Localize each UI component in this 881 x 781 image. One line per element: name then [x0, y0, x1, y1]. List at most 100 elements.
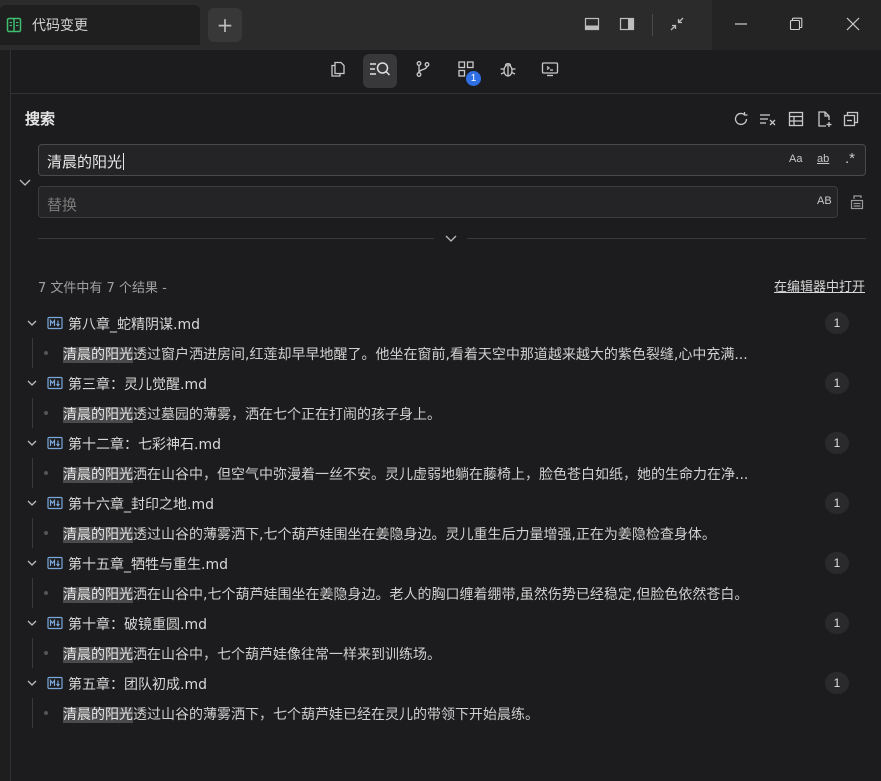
match-highlight: 清晨的阳光 — [63, 587, 133, 603]
result-count-badge: 1 — [825, 552, 849, 574]
tree-guide — [32, 518, 33, 548]
preserve-case-toggle[interactable]: AB — [817, 195, 832, 207]
search-input[interactable]: 清晨的阳光 Aa ab .* — [38, 144, 866, 176]
restore-icon[interactable] — [786, 14, 806, 34]
result-count-badge: 1 — [825, 312, 849, 334]
markdown-file-icon — [47, 436, 63, 450]
remote-button[interactable] — [533, 54, 567, 88]
new-tab-button[interactable]: + — [208, 8, 242, 42]
tab-title: 代码变更 — [32, 18, 88, 34]
result-match[interactable]: 清晨的阳光透过山谷的薄雾洒下,七个葫芦娃围坐在姜隐身边。灵儿重生后力量增强,正在… — [11, 518, 881, 548]
chevron-down-icon[interactable] — [25, 676, 39, 690]
remote-icon — [541, 60, 559, 82]
minimize-icon[interactable] — [731, 14, 751, 34]
replace-all-icon[interactable] — [849, 194, 865, 210]
explorer-button[interactable] — [321, 54, 355, 88]
replace-input[interactable]: 替换 AB — [38, 186, 838, 218]
result-file-name: 第十六章_封印之地.md — [68, 497, 214, 513]
collapse-all-icon[interactable] — [842, 110, 860, 128]
regex-toggle[interactable]: .* — [845, 150, 855, 167]
markdown-file-icon — [47, 556, 63, 570]
toggle-replace-icon[interactable] — [17, 174, 33, 190]
result-file[interactable]: 第十五章_牺牲与重生.md 1 — [11, 548, 881, 578]
result-match[interactable]: 清晨的阳光透过窗户洒进房间,红莲却早早地醒了。他坐在窗前,看着天空中那道越来越大… — [11, 338, 881, 368]
match-bullet — [44, 531, 48, 535]
results-summary: 7 文件中有 7 个结果 - — [38, 281, 167, 296]
result-file-name: 第十章：破镜重圆.md — [68, 617, 207, 633]
match-case-toggle[interactable]: Aa — [789, 153, 802, 165]
search-view-button[interactable] — [363, 54, 397, 88]
match-highlight: 清晨的阳光 — [63, 407, 133, 423]
new-search-editor-icon[interactable] — [815, 110, 833, 128]
result-file-name: 第八章_蛇精阴谋.md — [68, 317, 200, 333]
chevron-down-icon[interactable] — [25, 376, 39, 390]
open-in-editor-link[interactable]: 在编辑器中打开 — [774, 276, 865, 295]
title-bar: 代码变更 + — [0, 0, 881, 50]
chevron-down-icon[interactable] — [25, 496, 39, 510]
replace-placeholder: 替换 — [47, 196, 78, 214]
match-highlight: 清晨的阳光 — [63, 707, 133, 723]
tree-guide — [32, 578, 33, 608]
chevron-down-icon[interactable] — [25, 556, 39, 570]
match-text: 清晨的阳光透过墓园的薄雾，洒在七个正在打闹的孩子身上。 — [63, 407, 441, 423]
match-bullet — [44, 711, 48, 715]
match-bullet — [44, 471, 48, 475]
result-file[interactable]: 第五章：团队初成.md 1 — [11, 668, 881, 698]
view-as-tree-icon[interactable] — [787, 110, 805, 128]
collapse-window-icon[interactable] — [667, 14, 687, 34]
result-match[interactable]: 清晨的阳光透过墓园的薄雾，洒在七个正在打闹的孩子身上。 — [11, 398, 881, 428]
toggle-details-icon[interactable] — [443, 231, 459, 245]
title-separator — [652, 14, 653, 36]
search-icon — [369, 60, 391, 82]
result-match[interactable]: 清晨的阳光透过山谷的薄雾洒下，七个葫芦娃已经在灵儿的带领下开始晨练。 — [11, 698, 881, 728]
results-tree: 第八章_蛇精阴谋.md 1 清晨的阳光透过窗户洒进房间,红莲却早早地醒了。他坐在… — [11, 308, 881, 728]
details-divider-right — [467, 238, 866, 239]
side-panel: 1 搜索 清晨的阳光 Aa ab .* 替换 AB 7 文件中有 7 个结果 -… — [10, 50, 881, 781]
tree-guide — [32, 458, 33, 488]
match-text: 清晨的阳光洒在山谷中，但空气中弥漫着一丝不安。灵儿虚弱地躺在藤椅上，脸色苍白如纸… — [63, 467, 749, 483]
toggle-panel-icon[interactable] — [582, 14, 602, 34]
result-match[interactable]: 清晨的阳光洒在山谷中，但空气中弥漫着一丝不安。灵儿虚弱地躺在藤椅上，脸色苍白如纸… — [11, 458, 881, 488]
tree-guide — [32, 338, 33, 368]
extensions-badge: 1 — [466, 71, 481, 86]
result-file-name: 第十二章：七彩神石.md — [68, 437, 221, 453]
chevron-down-icon[interactable] — [25, 436, 39, 450]
source-control-button[interactable] — [406, 54, 440, 88]
markdown-file-icon — [47, 316, 63, 330]
result-count-badge: 1 — [825, 492, 849, 514]
match-highlight: 清晨的阳光 — [63, 527, 133, 543]
refresh-icon[interactable] — [732, 110, 750, 128]
match-text: 清晨的阳光洒在山谷中,七个葫芦娃围坐在姜隐身边。老人的胸口缠着绷带,虽然伤势已经… — [63, 587, 749, 603]
chevron-down-icon[interactable] — [25, 316, 39, 330]
match-highlight: 清晨的阳光 — [63, 467, 133, 483]
chevron-down-icon[interactable] — [25, 616, 39, 630]
editor-tab[interactable]: 代码变更 — [0, 5, 200, 45]
result-file[interactable]: 第十章：破镜重圆.md 1 — [11, 608, 881, 638]
result-count-badge: 1 — [825, 432, 849, 454]
result-file[interactable]: 第三章：灵儿觉醒.md 1 — [11, 368, 881, 398]
result-match[interactable]: 清晨的阳光洒在山谷中,七个葫芦娃围坐在姜隐身边。老人的胸口缠着绷带,虽然伤势已经… — [11, 578, 881, 608]
result-file[interactable]: 第十六章_封印之地.md 1 — [11, 488, 881, 518]
toggle-sidebar-icon[interactable] — [617, 14, 637, 34]
match-text: 清晨的阳光洒在山谷中，七个葫芦娃像往常一样来到训练场。 — [63, 647, 441, 663]
result-count-badge: 1 — [825, 612, 849, 634]
markdown-file-icon — [47, 496, 63, 510]
result-file[interactable]: 第八章_蛇精阴谋.md 1 — [11, 308, 881, 338]
details-divider-left — [38, 238, 434, 239]
close-icon[interactable] — [843, 14, 863, 34]
source-control-icon — [414, 60, 432, 82]
extensions-button[interactable]: 1 — [449, 54, 483, 88]
clear-results-icon[interactable] — [759, 110, 777, 128]
tree-guide — [32, 638, 33, 668]
debug-button[interactable] — [491, 54, 525, 88]
result-match[interactable]: 清晨的阳光洒在山谷中，七个葫芦娃像往常一样来到训练场。 — [11, 638, 881, 668]
match-highlight: 清晨的阳光 — [63, 347, 133, 363]
whole-word-toggle[interactable]: ab — [817, 153, 829, 165]
markdown-file-icon — [47, 616, 63, 630]
match-text: 清晨的阳光透过山谷的薄雾洒下,七个葫芦娃围坐在姜隐身边。灵儿重生后力量增强,正在… — [63, 527, 716, 543]
text-caret — [123, 153, 125, 170]
search-query: 清晨的阳光 — [47, 153, 125, 171]
markdown-file-icon — [47, 676, 63, 690]
result-file[interactable]: 第十二章：七彩神石.md 1 — [11, 428, 881, 458]
result-count-badge: 1 — [825, 372, 849, 394]
